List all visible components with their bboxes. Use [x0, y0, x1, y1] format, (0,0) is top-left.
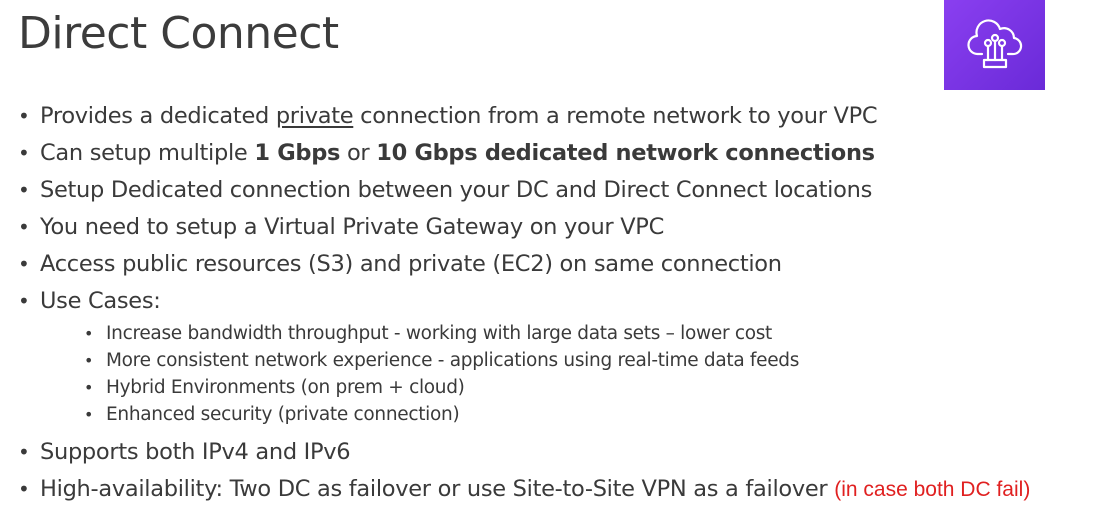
bullet-text: Can setup multiple — [40, 140, 255, 166]
use-case-item: Enhanced security (private connection) — [84, 401, 1113, 428]
bullet-public-private-access: Access public resources (S3) and private… — [18, 246, 1113, 283]
bullet-text: or — [340, 140, 377, 166]
cloud-circuit-icon — [966, 19, 1022, 69]
use-cases-list: Increase bandwidth throughput - working … — [40, 320, 1113, 434]
underlined-word: private — [275, 103, 354, 129]
slide-title: Direct Connect — [18, 8, 339, 59]
bullet-setup-dedicated: Setup Dedicated connection between your … — [18, 172, 1113, 209]
bullet-text: Use Cases: — [40, 288, 161, 314]
bullet-high-availability: High-availability: Two DC as failover or… — [18, 471, 1113, 508]
bullet-private-connection: Provides a dedicated private connection … — [18, 98, 1113, 135]
direct-connect-logo — [944, 0, 1045, 90]
bold-text: 10 Gbps dedicated network connections — [376, 140, 875, 166]
bullet-text: connection from a remote network to your… — [353, 103, 878, 129]
use-case-item: Increase bandwidth throughput - working … — [84, 320, 1113, 347]
bullet-text: Provides a dedicated — [40, 103, 276, 129]
use-case-item: Hybrid Environments (on prem + cloud) — [84, 374, 1113, 401]
use-case-item: More consistent network experience - app… — [84, 347, 1113, 374]
red-note: (in case both DC fail) — [834, 478, 1031, 501]
bold-text: 1 Gbps — [254, 140, 341, 166]
bullet-text: High-availability: Two DC as failover or… — [40, 476, 835, 502]
bullet-use-cases: Use Cases: Increase bandwidth throughput… — [18, 283, 1113, 434]
bullet-virtual-private-gateway: You need to setup a Virtual Private Gate… — [18, 209, 1113, 246]
bullet-ipv4-ipv6: Supports both IPv4 and IPv6 — [18, 434, 1113, 471]
bullet-list: Provides a dedicated private connection … — [18, 98, 1113, 508]
bullet-gbps: Can setup multiple 1 Gbps or 10 Gbps ded… — [18, 135, 1113, 172]
